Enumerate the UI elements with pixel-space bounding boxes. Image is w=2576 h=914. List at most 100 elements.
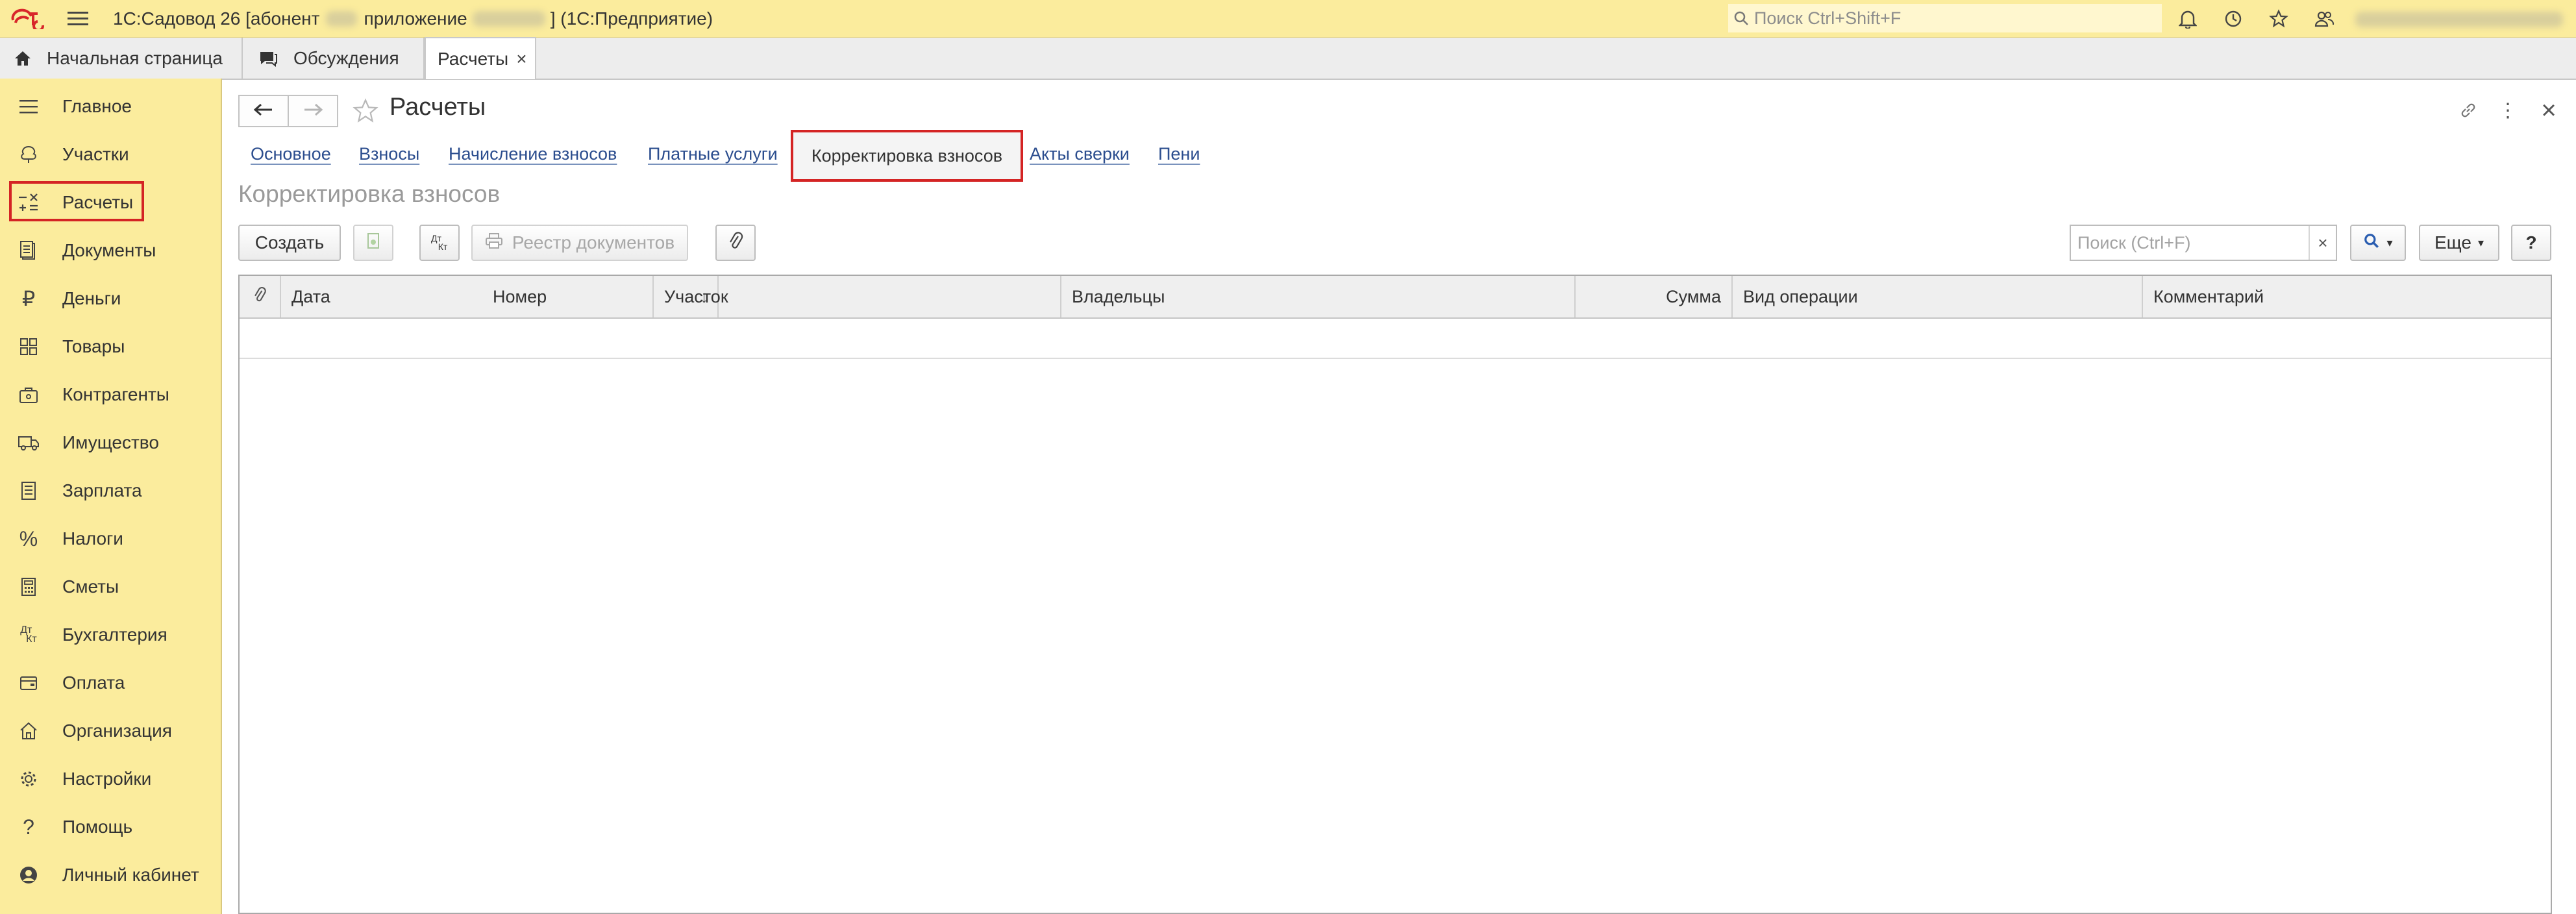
star-icon[interactable] [2266, 6, 2292, 31]
tab-discussions[interactable]: Обсуждения [243, 38, 425, 79]
attach-button[interactable] [715, 225, 756, 261]
tab-home-label: Начальная страница [47, 47, 223, 68]
forward-button[interactable] [288, 95, 338, 127]
sidebar-item-calculations[interactable]: Расчеты [9, 181, 205, 223]
arrow-right-icon [303, 100, 323, 122]
list-search-input[interactable]: Поиск (Ctrl+F) × [2070, 225, 2337, 261]
sidebar-item-label: Личный кабинет [62, 865, 199, 885]
sidebar-item-label: Главное [62, 96, 132, 116]
link-fee-accrual[interactable]: Начисление взносов [449, 144, 617, 164]
column-owners[interactable]: Владельцы [1061, 276, 1576, 317]
global-search-input[interactable]: Поиск Ctrl+Shift+F [1728, 4, 2162, 32]
search-icon [2363, 232, 2380, 254]
close-icon[interactable]: × [516, 49, 526, 69]
1c-logo-icon[interactable] [9, 7, 48, 32]
column-owners-label: Владельцы [1072, 286, 1165, 306]
link-main[interactable]: Основное [251, 144, 331, 164]
bell-icon[interactable] [2175, 6, 2201, 31]
more-button[interactable]: Еще ▾ [2419, 225, 2499, 261]
history-icon[interactable] [2220, 6, 2246, 31]
users-icon[interactable] [2311, 6, 2337, 31]
sidebar-item-settings[interactable]: Настройки [10, 758, 205, 800]
create-button[interactable]: Создать [238, 225, 341, 261]
sidebar-item-label: Имущество [62, 432, 159, 452]
column-operation-type-label: Вид операции [1743, 286, 1858, 306]
sidebar-item-label: Бухгалтерия [62, 624, 167, 645]
main-menu-icon[interactable] [65, 8, 91, 30]
back-button[interactable] [238, 95, 289, 127]
link-fee-adjustment-active[interactable]: Корректировка взносов [791, 130, 1023, 182]
redacted-app [472, 10, 545, 27]
column-number[interactable]: Номер [482, 276, 654, 317]
column-attachment[interactable] [240, 276, 281, 317]
search-options-button[interactable]: ▾ [2350, 225, 2406, 261]
sidebar-item-estimates[interactable]: Сметы [10, 566, 205, 608]
sidebar-item-label: Участки [62, 144, 129, 164]
sidebar-item-help[interactable]: ? Помощь [10, 806, 205, 848]
link-reconciliation-acts[interactable]: Акты сверки [1030, 144, 1130, 164]
table-row[interactable] [240, 317, 2551, 359]
more-button-label: Еще [2434, 232, 2471, 253]
user-icon [10, 865, 47, 885]
documents-registry-button[interactable]: Реестр документов [471, 225, 688, 261]
more-vertical-icon[interactable]: ⋮ [2498, 97, 2518, 123]
sidebar-item-label: Настройки [62, 769, 152, 789]
sidebar-item-documents[interactable]: Документы [10, 230, 205, 271]
chat-icon [257, 50, 279, 67]
paperclip-icon [728, 231, 743, 255]
column-comment[interactable]: Комментарий [2143, 276, 2551, 317]
documents-registry-label: Реестр документов [512, 232, 675, 253]
link-paid-services[interactable]: Платные услуги [648, 144, 778, 164]
redacted-user-name[interactable] [2355, 12, 2563, 27]
section-title: Корректировка взносов [238, 180, 501, 207]
sidebar-item-accounting[interactable]: Дт Кт Бухгалтерия [10, 614, 205, 656]
link-fees[interactable]: Взносы [359, 144, 419, 164]
column-operation-type[interactable]: Вид операции [1733, 276, 2143, 317]
column-number-label: Номер [493, 286, 547, 306]
sidebar-item-label: Организация [62, 721, 172, 741]
sidebar-item-plots[interactable]: Участки [10, 134, 205, 175]
sidebar-item-label: Деньги [62, 288, 121, 308]
link-penalties[interactable]: Пени [1158, 144, 1200, 164]
sidebar-item-salary[interactable]: Зарплата [10, 470, 205, 512]
plot-icon [10, 145, 47, 164]
sidebar-item-label: Сметы [62, 576, 119, 597]
column-amount[interactable]: Сумма [1576, 276, 1733, 317]
sidebar-item-main[interactable]: Главное [10, 86, 205, 127]
sidebar-item-counterparties[interactable]: Контрагенты [10, 374, 205, 415]
sidebar-item-property[interactable]: Имущество [10, 422, 205, 463]
sidebar-item-money[interactable]: ₽ Деньги [10, 278, 205, 319]
global-search-placeholder: Поиск Ctrl+Shift+F [1754, 8, 1901, 28]
sidebar-item-taxes[interactable]: % Налоги [10, 518, 205, 560]
column-plot-label: Участок [664, 286, 728, 306]
help-button[interactable]: ? [2511, 225, 2551, 261]
kt-label: Кт [438, 241, 448, 252]
sidebar-item-organization[interactable]: Организация [10, 710, 205, 752]
sidebar-item-account[interactable]: Личный кабинет [10, 854, 205, 896]
paperclip-icon [253, 286, 267, 308]
dt-kt-button[interactable]: Дт Кт [419, 225, 460, 261]
salary-icon [10, 481, 47, 500]
column-plot[interactable]: Участок [654, 276, 1061, 317]
column-comment-label: Комментарий [2153, 286, 2264, 306]
copy-document-icon [365, 231, 382, 255]
accounting-icon: Дт Кт [20, 624, 37, 645]
clear-search-icon[interactable]: × [2309, 226, 2336, 260]
search-icon [1728, 10, 1754, 26]
sidebar: Главное Участки Расчеты Документы ₽ День… [0, 79, 222, 914]
sidebar-item-label: Зарплата [62, 480, 142, 500]
app-title: 1С:Садовод 26 [абонент приложение ] (1С:… [113, 0, 713, 37]
chevron-down-icon: ▾ [2477, 236, 2484, 249]
link-icon[interactable] [2455, 97, 2481, 123]
documents-table[interactable]: Дата ↓ Номер Участок Владельцы Сумма Вид… [238, 275, 2552, 914]
sidebar-item-payment[interactable]: Оплата [10, 662, 205, 704]
create-button-label: Создать [254, 232, 325, 253]
percent-icon: % [19, 526, 38, 550]
tab-calculations[interactable]: Расчеты × [425, 37, 536, 79]
sidebar-item-goods[interactable]: Товары [10, 326, 205, 367]
close-form-icon[interactable]: × [2536, 96, 2562, 125]
copy-button[interactable] [353, 225, 393, 261]
tab-home[interactable]: Начальная страница [0, 38, 243, 79]
favorite-star-icon[interactable] [349, 95, 382, 127]
sidebar-item-label: Контрагенты [62, 384, 169, 404]
